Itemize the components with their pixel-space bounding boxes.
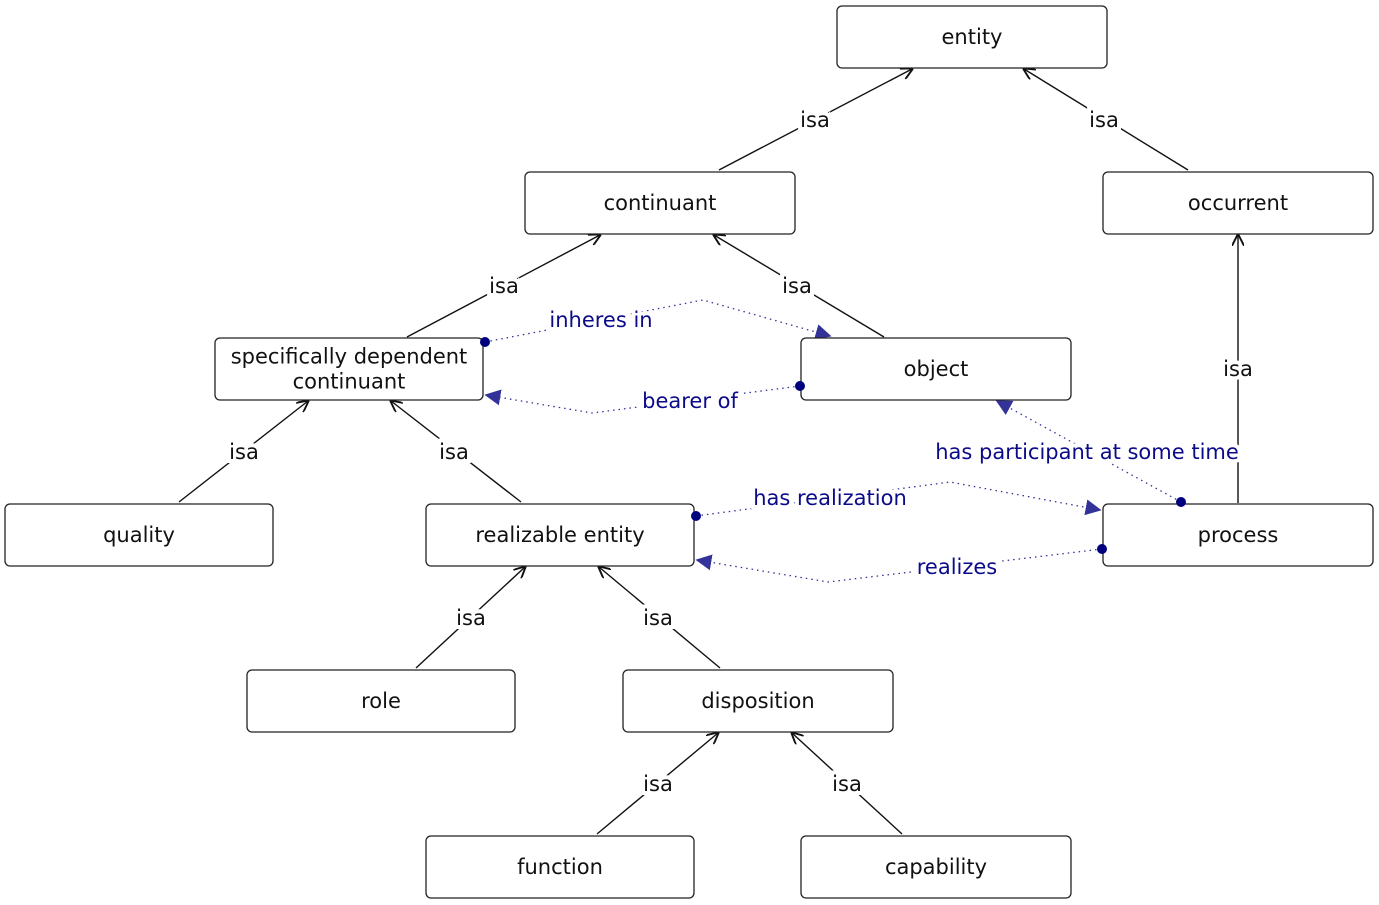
isa-label: isa <box>1223 357 1253 381</box>
node-quality[interactable]: quality <box>4 503 274 567</box>
isa-label: isa <box>782 274 812 298</box>
relation-label: bearer of <box>642 389 738 413</box>
node-entity[interactable]: entity <box>836 5 1108 69</box>
isa-label: isa <box>439 440 469 464</box>
node-label: disposition <box>701 689 814 713</box>
node-realizable[interactable]: realizable entity <box>425 503 695 567</box>
relation-source-dot <box>795 381 805 391</box>
node-label: capability <box>885 855 987 879</box>
node-label: entity <box>942 25 1003 49</box>
node-function[interactable]: function <box>425 835 695 899</box>
relation-edge-realizes <box>695 548 1103 583</box>
node-label: continuant <box>604 191 717 215</box>
node-disposition[interactable]: disposition <box>622 669 894 733</box>
node-role[interactable]: role <box>246 669 516 733</box>
isa-label: isa <box>456 606 486 630</box>
node-label: realizable entity <box>475 523 644 547</box>
isa-label: isa <box>643 606 673 630</box>
node-label: object <box>904 357 969 381</box>
relation-label: has realization <box>753 486 907 510</box>
isa-label: isa <box>229 440 259 464</box>
relation-edge-inheres-in <box>484 299 832 343</box>
node-label: function <box>517 855 603 879</box>
node-object[interactable]: object <box>800 337 1072 401</box>
isa-label: isa <box>832 772 862 796</box>
relation-source-dot <box>691 511 701 521</box>
isa-label: isa <box>643 772 673 796</box>
ontology-diagram: entity continuant occurrent specifically de… <box>4 5 1374 899</box>
relation-label: inheres in <box>549 308 652 332</box>
isa-label: isa <box>1089 108 1119 132</box>
node-continuant[interactable]: continuant <box>524 171 796 235</box>
relation-label: has participant at some time <box>935 440 1239 464</box>
node-occurrent[interactable]: occurrent <box>1102 171 1374 235</box>
node-label: quality <box>103 523 175 547</box>
relation-source-dot <box>1176 497 1186 507</box>
isa-label: isa <box>489 274 519 298</box>
node-label: process <box>1198 523 1279 547</box>
relation-source-dot <box>1097 544 1107 554</box>
node-sdc[interactable]: specifically dependent continuant <box>214 337 484 401</box>
node-capability[interactable]: capability <box>800 835 1072 899</box>
node-label: role <box>361 689 401 713</box>
isa-label: isa <box>800 108 830 132</box>
relation-source-dot <box>480 337 490 347</box>
node-process[interactable]: process <box>1102 503 1374 567</box>
relation-label: realizes <box>917 555 998 579</box>
node-label: occurrent <box>1188 191 1288 215</box>
